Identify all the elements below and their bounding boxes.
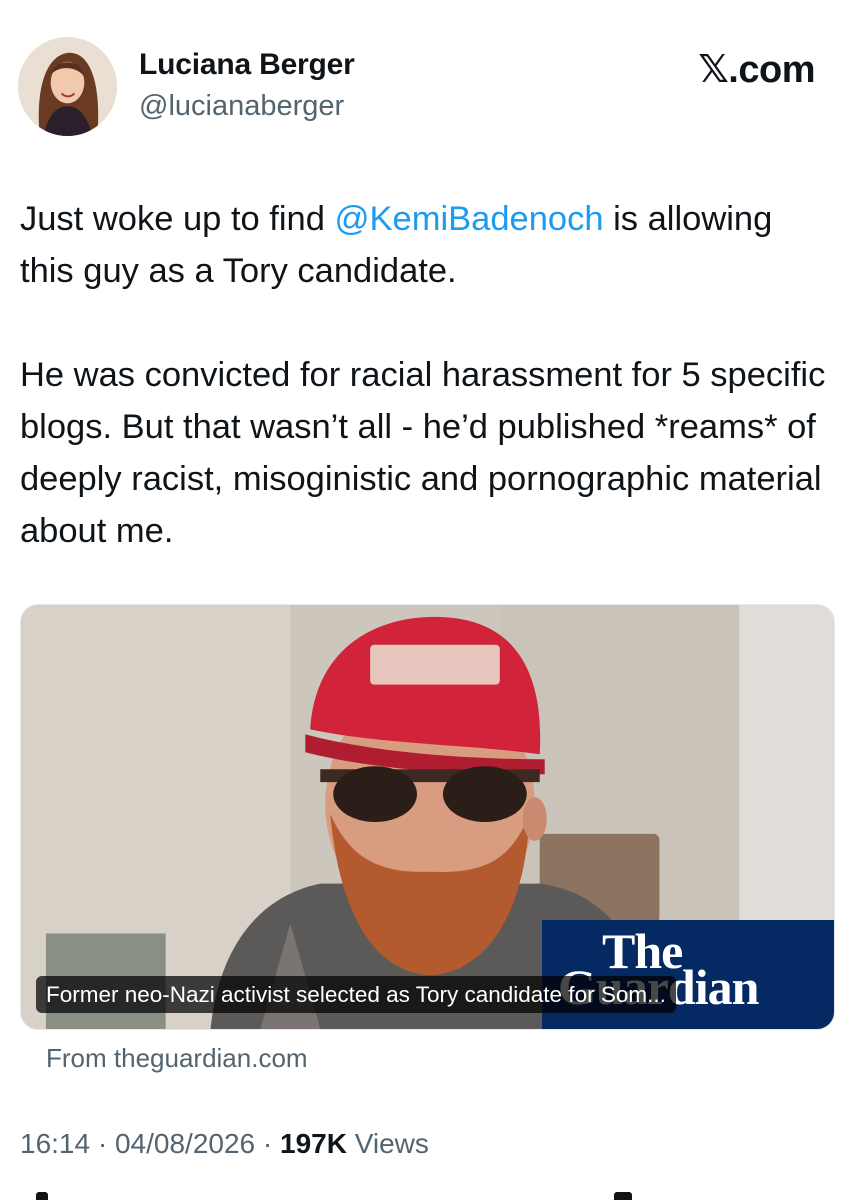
tweet-text: Just woke up to find @KemiBadenoch is al… <box>20 193 835 557</box>
avatar[interactable] <box>18 37 117 136</box>
mention-link[interactable]: @KemiBadenoch <box>335 200 604 238</box>
author-handle[interactable]: @lucianaberger <box>139 90 344 123</box>
avatar-photo <box>18 37 117 136</box>
guardian-logo: The Guardian <box>542 920 834 1029</box>
meta-separator: · <box>262 1128 273 1159</box>
card-headline[interactable]: Former neo-Nazi activist selected as Tor… <box>36 976 676 1013</box>
link-preview-card[interactable]: The Guardian <box>20 604 835 1030</box>
author-display-name[interactable]: Luciana Berger <box>139 48 355 82</box>
tweet-paragraph-2: He was convicted for racial harassment f… <box>20 356 826 550</box>
tweet-meta: 16:14 · 04/08/2026 · 197K Views <box>20 1128 429 1160</box>
views-count: 197K <box>280 1128 347 1159</box>
tweet-time[interactable]: 16:14 <box>20 1128 90 1159</box>
card-source-domain[interactable]: From theguardian.com <box>46 1043 308 1074</box>
action-icon-peek <box>614 1192 632 1200</box>
tweet-card: Luciana Berger @lucianaberger 𝕏.com Just… <box>0 0 855 1200</box>
meta-separator: · <box>97 1128 108 1159</box>
x-logo: 𝕏.com <box>698 49 815 91</box>
tweet-date[interactable]: 04/08/2026 <box>115 1128 255 1159</box>
views-label: Views <box>354 1128 429 1159</box>
tweet-paragraph-1: Just woke up to find @KemiBadenoch is al… <box>20 193 835 297</box>
action-icon-peek <box>36 1192 48 1200</box>
tweet-text-segment: Just woke up to find <box>20 200 335 238</box>
